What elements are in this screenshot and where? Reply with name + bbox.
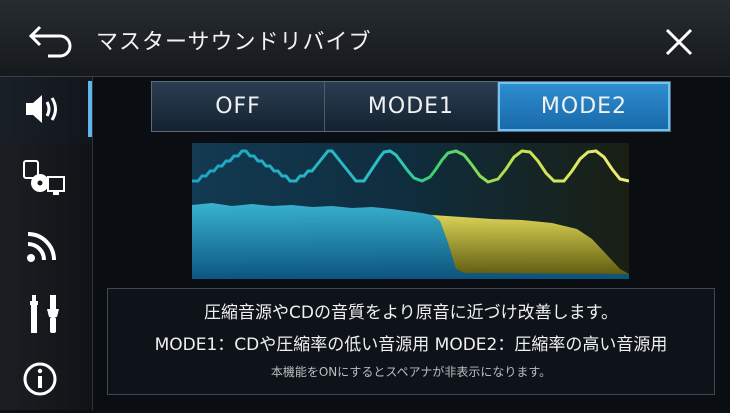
description-line-1: 圧縮音源やCDの音質をより原音に近づけ改善します。 — [204, 303, 618, 323]
title-bar: マスターサウンドリバイブ — [0, 0, 730, 77]
wireless-signal-icon — [27, 232, 56, 262]
sidebar-item-source[interactable] — [0, 145, 92, 211]
description-line-2: MODE1：CDや圧縮率の低い音源用 MODE2：圧縮率の高い音源用 — [154, 335, 668, 355]
sidebar — [0, 77, 93, 410]
sidebar-item-settings[interactable] — [0, 279, 92, 345]
speaker-icon — [26, 95, 57, 123]
mode-off-button[interactable]: OFF — [152, 82, 325, 131]
close-button[interactable] — [657, 20, 701, 64]
back-arrow-icon — [28, 25, 72, 58]
tools-icon — [30, 295, 59, 333]
description-panel: 圧縮音源やCDの音質をより原音に近づけ改善します。 MODE1：CDや圧縮率の低… — [107, 288, 715, 395]
sidebar-item-connectivity[interactable] — [0, 212, 92, 278]
back-button[interactable] — [20, 18, 74, 62]
spectrum-note: 本機能をONにするとスペアナが非表示になります。 — [270, 365, 552, 379]
close-icon — [665, 28, 693, 56]
mode-selector: OFF MODE1 MODE2 — [151, 81, 671, 132]
mode2-button[interactable]: MODE2 — [498, 82, 670, 131]
mode1-button[interactable]: MODE1 — [325, 82, 498, 131]
sidebar-item-info[interactable] — [0, 347, 92, 413]
page-title: マスターサウンドリバイブ — [96, 30, 372, 55]
sidebar-item-sound[interactable] — [0, 77, 92, 143]
media-source-icon — [23, 160, 65, 195]
info-icon — [23, 362, 57, 396]
sound-waveform-illustration — [192, 143, 629, 279]
